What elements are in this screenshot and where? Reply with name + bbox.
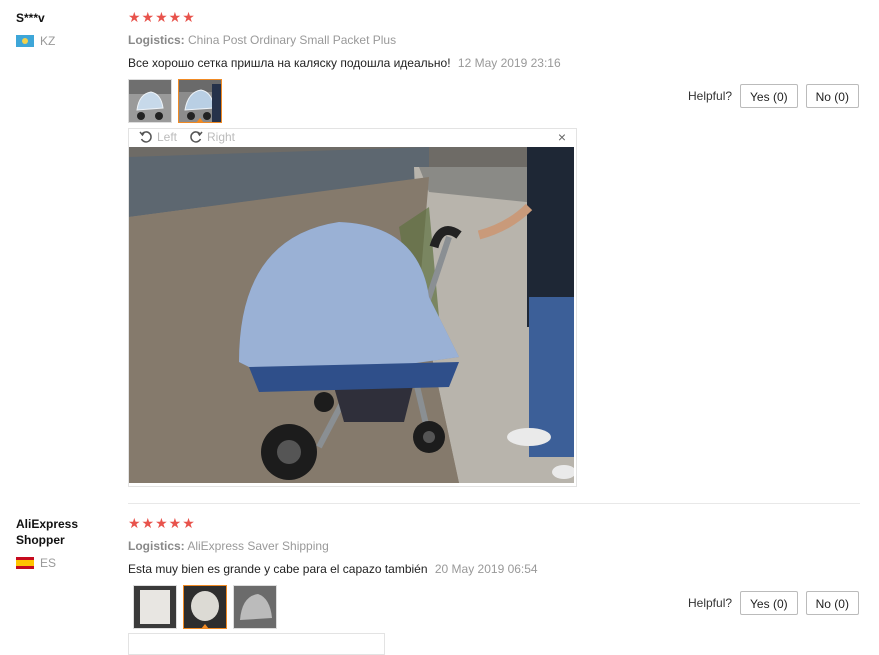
rotate-right-icon: [190, 131, 203, 143]
star-rating: ★★★★★: [128, 9, 196, 25]
review-photo-thumb[interactable]: [133, 585, 177, 629]
review-text-line: Все хорошо сетка пришла на каляску подош…: [128, 56, 561, 70]
logistics-info: Logistics: AliExpress Saver Shipping: [128, 539, 329, 553]
review-text: Все хорошо сетка пришла на каляску подош…: [128, 56, 451, 70]
reviewer-country: ES: [16, 556, 56, 570]
close-icon[interactable]: ×: [558, 129, 566, 145]
helpful-label: Helpful?: [688, 596, 733, 610]
review-date: 12 May 2019 23:16: [457, 56, 561, 70]
rotate-left-icon: [139, 131, 152, 143]
helpful-yes-button[interactable]: Yes (0): [740, 84, 798, 108]
logistics-info: Logistics: China Post Ordinary Small Pac…: [128, 33, 396, 47]
reviewer-country: KZ: [16, 34, 55, 48]
image-viewer-toolbar: Left Right ×: [129, 129, 576, 147]
country-code: ES: [40, 556, 57, 570]
net-photo-icon: [184, 586, 226, 628]
stroller-photo-icon: [234, 586, 276, 628]
rotate-right-button[interactable]: Right: [189, 130, 235, 144]
review-photo-thumb[interactable]: [233, 585, 277, 629]
review-photo-thumb-active[interactable]: [178, 79, 222, 123]
logistics-value: AliExpress Saver Shipping: [187, 539, 329, 553]
spain-flag-icon: [16, 557, 34, 569]
helpful-label: Helpful?: [688, 89, 733, 103]
review-text: Esta muy bien es grande y cabe para el c…: [128, 562, 428, 576]
image-viewer: Left Right ×: [128, 128, 577, 487]
reviewer-name: S***v: [16, 11, 45, 25]
helpful-yes-button[interactable]: Yes (0): [740, 591, 798, 615]
helpful-voting: Helpful? Yes (0) No (0): [688, 84, 859, 108]
helpful-voting: Helpful? Yes (0) No (0): [688, 591, 859, 615]
logistics-label: Logistics:: [128, 33, 185, 47]
review-thumbnails: [133, 585, 277, 629]
star-rating: ★★★★★: [128, 515, 196, 531]
review-photo-thumb[interactable]: [128, 79, 172, 123]
rotate-left-label: Left: [157, 130, 178, 144]
country-code: KZ: [40, 34, 56, 48]
helpful-no-button[interactable]: No (0): [805, 591, 859, 615]
stroller-photo-icon: [129, 80, 171, 122]
rotate-left-button[interactable]: Left: [139, 130, 177, 144]
kazakhstan-flag-icon: [16, 35, 34, 47]
logistics-label: Logistics:: [128, 539, 185, 553]
rotate-right-label: Right: [207, 130, 236, 144]
review-divider: [128, 503, 860, 504]
stroller-photo-large: [129, 147, 574, 483]
review-photo-thumb-active[interactable]: [183, 585, 227, 629]
helpful-no-button[interactable]: No (0): [805, 84, 859, 108]
image-viewer: [128, 633, 385, 655]
stroller-photo-icon: [179, 80, 221, 122]
net-photo-icon: [134, 586, 176, 628]
review-text-line: Esta muy bien es grande y cabe para el c…: [128, 562, 538, 576]
reviewer-name: AliExpress Shopper: [16, 517, 79, 547]
logistics-value: China Post Ordinary Small Packet Plus: [188, 33, 397, 47]
review-thumbnails: [128, 79, 222, 123]
review-date: 20 May 2019 06:54: [434, 562, 538, 576]
